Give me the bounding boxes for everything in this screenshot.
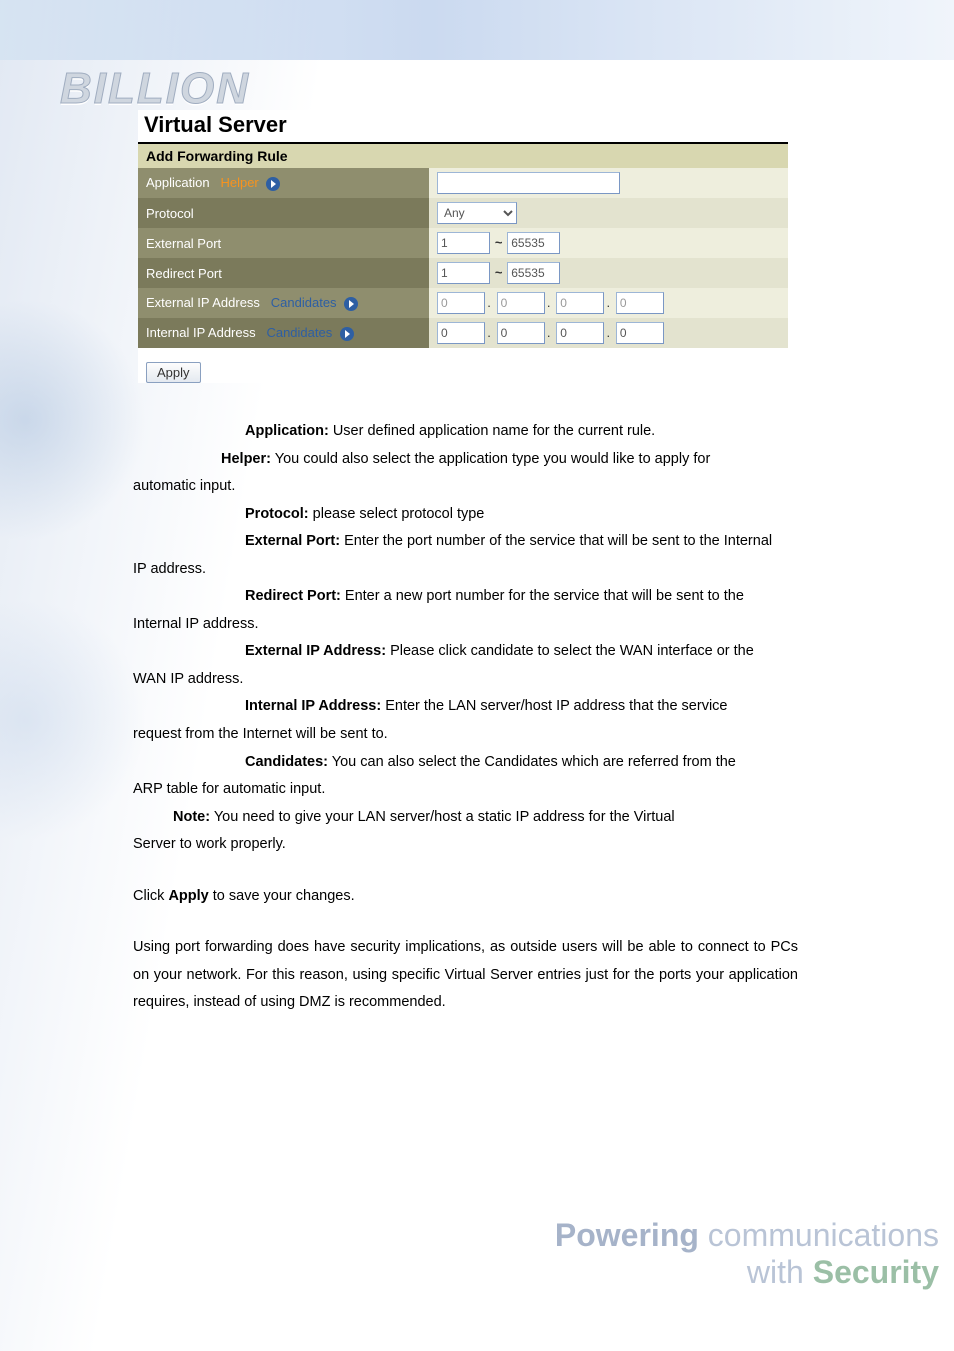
text: Enter a new port number for the service … [345, 588, 744, 604]
arrow-icon[interactable] [344, 297, 358, 311]
external-port-to[interactable] [507, 232, 560, 254]
text: Please click candidate to select the WAN… [390, 643, 754, 659]
term-note: Note: [173, 809, 210, 825]
text: WAN IP address. [133, 666, 798, 694]
label-internal-ip: Internal IP Address [146, 325, 256, 340]
description-text: Application: User defined application na… [133, 418, 798, 1017]
text: ARP table for automatic input. [133, 776, 798, 804]
label-external-ip: External IP Address [146, 295, 260, 310]
candidates-link-internal[interactable]: Candidates [266, 325, 332, 340]
text: Click [133, 888, 168, 904]
dot-separator: . [545, 295, 553, 310]
text: please select protocol type [313, 506, 485, 522]
term-application: Application: [245, 423, 329, 439]
text: You could also select the application ty… [275, 451, 711, 467]
dot-separator: . [545, 325, 553, 340]
dot-separator: . [604, 295, 612, 310]
protocol-select[interactable]: Any [437, 202, 517, 224]
term-external-ip: External IP Address: [245, 643, 386, 659]
term-external-port: External Port: [245, 533, 340, 549]
external-ip-2[interactable] [497, 292, 545, 314]
dot-separator: . [604, 325, 612, 340]
internal-ip-2[interactable] [497, 322, 545, 344]
internal-ip-4[interactable] [616, 322, 664, 344]
internal-ip-1[interactable] [437, 322, 485, 344]
text: Enter the port number of the service tha… [344, 533, 772, 549]
term-apply: Apply [168, 888, 208, 904]
section-title: Add Forwarding Rule [138, 144, 788, 168]
term-protocol: Protocol: [245, 506, 309, 522]
range-separator: ~ [494, 235, 504, 250]
redirect-port-to[interactable] [507, 262, 560, 284]
application-input[interactable] [437, 172, 620, 194]
form-table: Application Helper Protocol Any External… [138, 168, 788, 348]
text: automatic input. [133, 473, 798, 501]
term-helper: Helper: [221, 451, 271, 467]
apply-button[interactable]: Apply [146, 362, 201, 383]
text: User defined application name for the cu… [333, 423, 655, 439]
security-note: Using port forwarding does have security… [133, 934, 798, 1017]
dot-separator: . [485, 325, 493, 340]
external-port-from[interactable] [437, 232, 490, 254]
label-external-port: External Port [138, 228, 429, 258]
external-ip-3[interactable] [556, 292, 604, 314]
panel-title: Virtual Server [138, 110, 788, 144]
helper-link[interactable]: Helper [220, 175, 258, 190]
arrow-icon[interactable] [266, 177, 280, 191]
text: IP address. [133, 556, 798, 584]
virtual-server-panel: Virtual Server Add Forwarding Rule Appli… [138, 110, 788, 383]
text: Enter the LAN server/host IP address tha… [385, 698, 727, 714]
label-protocol: Protocol [138, 198, 429, 228]
text: Internal IP address. [133, 611, 798, 639]
term-internal-ip: Internal IP Address: [245, 698, 381, 714]
internal-ip-3[interactable] [556, 322, 604, 344]
candidates-link-external[interactable]: Candidates [271, 295, 337, 310]
external-ip-4[interactable] [616, 292, 664, 314]
term-candidates: Candidates: [245, 754, 328, 770]
text: You can also select the Candidates which… [332, 754, 736, 770]
label-application: Application [146, 175, 210, 190]
label-redirect-port: Redirect Port [138, 258, 429, 288]
dot-separator: . [485, 295, 493, 310]
term-redirect-port: Redirect Port: [245, 588, 341, 604]
top-stripe [0, 0, 954, 60]
redirect-port-from[interactable] [437, 262, 490, 284]
text: You need to give your LAN server/host a … [214, 809, 675, 825]
arrow-icon[interactable] [340, 327, 354, 341]
text: Server to work properly. [133, 831, 798, 859]
text: to save your changes. [213, 888, 355, 904]
text: request from the Internet will be sent t… [133, 721, 798, 749]
external-ip-1[interactable] [437, 292, 485, 314]
range-separator: ~ [494, 265, 504, 280]
